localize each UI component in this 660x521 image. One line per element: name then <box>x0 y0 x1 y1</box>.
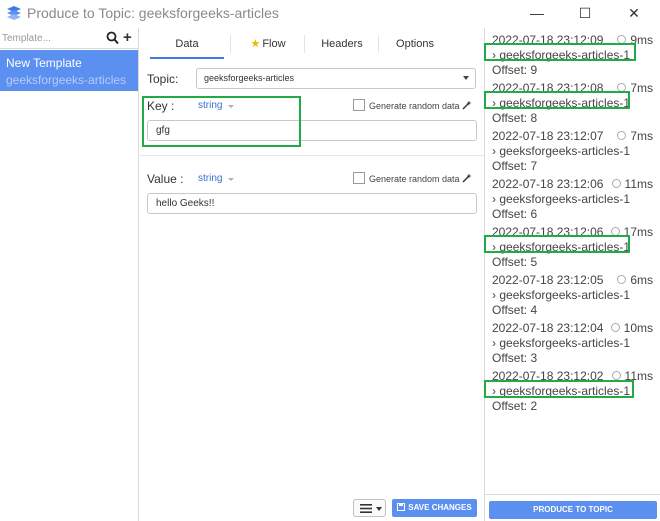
message-duration: 10ms <box>610 321 653 335</box>
topic-highlight-box <box>484 235 630 253</box>
clock-icon <box>617 131 627 140</box>
tab-bar: Data ★ Flow Headers Options <box>150 32 480 59</box>
message-timestamp: 2022-07-18 23:12:04 <box>492 321 604 335</box>
message-topic-name: geeksforgeeks-articles-1 <box>499 336 631 350</box>
message-offset: Offset: 8 <box>492 111 538 125</box>
topic-select[interactable]: geeksforgeeks-articles <box>196 68 476 89</box>
template-search-bar: + <box>0 28 139 49</box>
template-item-topic: geeksforgeeks-articles <box>6 73 127 87</box>
tab-headers-label: Headers <box>321 38 363 50</box>
chevron-down-icon <box>376 507 382 511</box>
template-search-input[interactable] <box>2 30 100 47</box>
maximize-button[interactable]: ☐ <box>573 4 597 22</box>
message-duration: 7ms <box>617 129 653 143</box>
search-icon[interactable] <box>106 31 119 45</box>
template-item[interactable]: New Template geeksforgeeks-articles <box>0 50 138 91</box>
message-offset: Offset: 3 <box>492 351 538 365</box>
message-topic-name: geeksforgeeks-articles-1 <box>499 192 631 206</box>
save-changes-label: SAVE CHANGES <box>408 503 472 512</box>
message-topic: › geeksforgeeks-articles-1 <box>492 192 631 206</box>
message-offset: Offset: 2 <box>492 399 538 413</box>
message-duration-value: 7ms <box>630 81 653 95</box>
chevron-down-icon <box>463 76 469 80</box>
message-timestamp: 2022-07-18 23:12:06 <box>492 177 604 191</box>
value-random-label: Generate random data <box>369 174 460 184</box>
message-offset: Offset: 4 <box>492 303 538 317</box>
template-item-name: New Template <box>6 56 82 70</box>
message-offset: Offset: 7 <box>492 159 538 173</box>
topic-select-value: geeksforgeeks-articles <box>204 73 295 83</box>
star-icon: ★ <box>250 38 261 50</box>
save-icon <box>397 503 406 511</box>
app-logo-icon <box>7 6 21 20</box>
clock-icon <box>611 371 621 380</box>
topic-highlight-box <box>484 380 634 398</box>
menu-button[interactable] <box>353 499 386 517</box>
message-duration: 11ms <box>611 177 653 191</box>
list-item[interactable]: 2022-07-18 23:12:06 11ms › geeksforgeeks… <box>485 175 660 223</box>
save-changes-button[interactable]: SAVE CHANGES <box>392 499 477 517</box>
tab-divider <box>230 35 231 53</box>
hamburger-icon <box>360 504 372 513</box>
magic-wand-icon[interactable] <box>462 100 472 110</box>
message-topic-name: geeksforgeeks-articles-1 <box>499 144 631 158</box>
list-item[interactable]: 2022-07-18 23:12:04 10ms › geeksforgeeks… <box>485 319 660 367</box>
value-input[interactable]: hello Geeks!! <box>147 193 477 214</box>
produce-to-topic-button[interactable]: PRODUCE TO TOPIC <box>489 501 657 519</box>
message-duration-value: 11ms <box>624 177 653 191</box>
message-timestamp: 2022-07-18 23:12:07 <box>492 129 604 143</box>
clock-icon <box>617 275 627 284</box>
minimize-button[interactable]: — <box>525 4 549 22</box>
topic-highlight-box <box>484 91 630 109</box>
message-offset: Offset: 9 <box>492 63 538 77</box>
message-timestamp: 2022-07-18 23:12:05 <box>492 273 604 287</box>
key-highlight-box <box>142 96 301 147</box>
chevron-down-icon <box>228 178 234 181</box>
value-input-value: hello Geeks!! <box>156 198 215 209</box>
message-topic: › geeksforgeeks-articles-1 <box>492 336 631 350</box>
add-template-icon[interactable]: + <box>123 29 132 46</box>
key-random-checkbox[interactable] <box>353 99 365 111</box>
clock-icon <box>610 323 620 332</box>
tab-options-label: Options <box>396 38 434 50</box>
tab-divider <box>304 35 305 53</box>
value-random-checkbox[interactable] <box>353 172 365 184</box>
tab-flow[interactable]: ★ Flow <box>234 32 302 58</box>
message-offset: Offset: 5 <box>492 255 538 269</box>
message-offset: Offset: 6 <box>492 207 538 221</box>
value-label: Value : <box>147 172 184 186</box>
key-random-label: Generate random data <box>369 101 460 111</box>
section-divider <box>140 155 484 156</box>
active-tab-indicator <box>150 57 224 59</box>
window-title: Produce to Topic: geeksforgeeks-articles <box>27 5 279 21</box>
message-duration-value: 7ms <box>630 129 653 143</box>
topic-highlight-box <box>484 43 636 61</box>
message-topic: › geeksforgeeks-articles-1 <box>492 288 631 302</box>
tab-headers[interactable]: Headers <box>308 32 376 58</box>
template-sidebar: + New Template geeksforgeeks-articles <box>0 28 139 521</box>
magic-wand-icon[interactable] <box>462 173 472 183</box>
topic-label: Topic: <box>147 72 179 86</box>
message-duration-value: 10ms <box>623 321 653 335</box>
message-duration-value: 6ms <box>630 273 653 287</box>
tab-divider <box>378 35 379 53</box>
close-button[interactable]: ✕ <box>622 4 646 22</box>
title-bar: Produce to Topic: geeksforgeeks-articles… <box>0 0 660 28</box>
list-item[interactable]: 2022-07-18 23:12:05 6ms › geeksforgeeks-… <box>485 271 660 319</box>
tab-flow-label: Flow <box>262 38 286 50</box>
tab-data[interactable]: Data <box>150 32 224 58</box>
list-item[interactable]: 2022-07-18 23:12:07 7ms › geeksforgeeks-… <box>485 127 660 175</box>
clock-icon <box>611 179 621 188</box>
tab-options[interactable]: Options <box>382 32 448 58</box>
value-type-select[interactable]: string <box>198 173 222 184</box>
tab-data-label: Data <box>175 38 199 50</box>
message-topic: › geeksforgeeks-articles-1 <box>492 144 631 158</box>
message-duration: 6ms <box>617 273 653 287</box>
message-topic-name: geeksforgeeks-articles-1 <box>499 288 631 302</box>
